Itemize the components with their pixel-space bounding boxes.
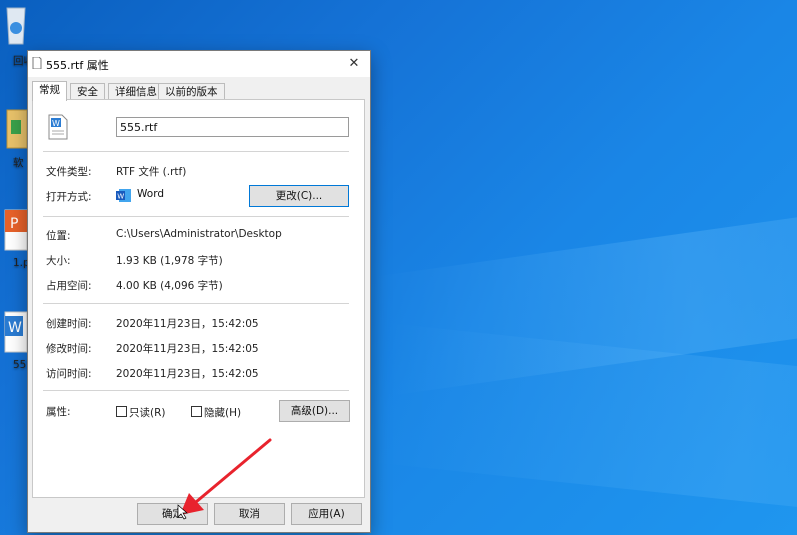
cancel-button[interactable]: 取消 (214, 503, 285, 525)
size-on-disk-value: 4.00 KB (4,096 字节) (116, 280, 223, 292)
advanced-button[interactable]: 高级(D)... (279, 400, 350, 422)
open-with-label: 打开方式: (46, 191, 92, 203)
created-value: 2020年11月23日，15:42:05 (116, 318, 259, 330)
file-type-label: 文件类型: (46, 166, 92, 178)
open-with-value: Word (137, 188, 164, 200)
readonly-label: 只读(R) (129, 407, 166, 419)
rtf-file-icon: W (48, 114, 68, 140)
window-title: 555.rtf 属性 (46, 59, 109, 72)
svg-text:P: P (10, 216, 18, 232)
divider (43, 216, 349, 217)
svg-text:W: W (52, 119, 60, 128)
recycle-bin-icon (6, 7, 26, 45)
accessed-value: 2020年11月23日，15:42:05 (116, 368, 259, 380)
document-icon (32, 57, 42, 69)
modified-label: 修改时间: (46, 343, 92, 355)
general-tab-panel: W 555.rtf 文件类型: RTF 文件 (.rtf) 打开方式: W Wo… (32, 99, 365, 498)
created-label: 创建时间: (46, 318, 92, 330)
wallpaper-light-beam (374, 323, 797, 517)
svg-text:W: W (117, 193, 124, 201)
ok-button[interactable]: 确定 (137, 503, 208, 525)
svg-text:W: W (8, 320, 22, 336)
divider (43, 151, 349, 152)
tab-details[interactable]: 详细信息 (108, 83, 164, 100)
tab-security[interactable]: 安全 (70, 83, 105, 100)
checkbox-box[interactable] (116, 406, 127, 417)
change-button[interactable]: 更改(C)... (249, 185, 349, 207)
file-type-value: RTF 文件 (.rtf) (116, 166, 187, 178)
divider (43, 303, 349, 304)
hidden-label: 隐藏(H) (204, 407, 242, 419)
checkbox-box[interactable] (191, 406, 202, 417)
desktop-icon-recycle-bin[interactable]: 回收 (0, 4, 34, 67)
file-name-input[interactable]: 555.rtf (116, 117, 349, 137)
divider (43, 390, 349, 391)
size-value: 1.93 KB (1,978 字节) (116, 255, 223, 267)
modified-value: 2020年11月23日，15:42:05 (116, 343, 259, 355)
accessed-label: 访问时间: (46, 368, 92, 380)
attributes-label: 属性: (46, 406, 71, 418)
properties-dialog: 555.rtf 属性 ✕ 常规 安全 详细信息 以前的版本 W 555.rtf … (27, 50, 371, 533)
desktop-icon-label: 软 (13, 157, 24, 169)
location-value: C:\Users\Administrator\Desktop (116, 228, 282, 240)
location-label: 位置: (46, 230, 71, 242)
size-label: 大小: (46, 255, 71, 267)
tab-previous-versions[interactable]: 以前的版本 (158, 83, 225, 100)
word-app-icon: W (116, 189, 131, 202)
tab-general[interactable]: 常规 (32, 81, 67, 101)
hidden-checkbox[interactable]: 隐藏(H) (191, 405, 241, 420)
size-on-disk-label: 占用空间: (46, 280, 92, 292)
close-icon[interactable]: ✕ (342, 53, 366, 75)
apply-button[interactable]: 应用(A) (291, 503, 362, 525)
title-bar[interactable]: 555.rtf 属性 ✕ (28, 51, 370, 77)
readonly-checkbox[interactable]: 只读(R) (116, 405, 166, 420)
